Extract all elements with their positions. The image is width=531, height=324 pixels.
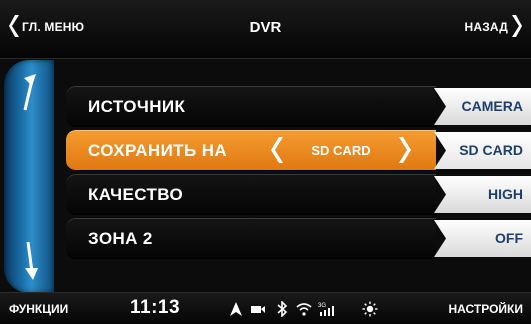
dvr-screen: ГЛ. МЕНЮ DVR НАЗАД ИСТОЧНИК CAMERA СОХРА… (0, 0, 531, 324)
row-value: CAMERA (434, 88, 531, 125)
row-label: СОХРАНИТЬ НА (88, 141, 228, 160)
list-item-save-to[interactable]: СОХРАНИТЬ НА SD CARD SD CARD (66, 130, 531, 171)
navigation-icon (230, 302, 242, 316)
clock: 11:13 (130, 297, 181, 318)
bluetooth-icon (277, 301, 288, 317)
row-value: HIGH (434, 176, 531, 213)
settings-button[interactable]: НАСТРОЙКИ (449, 302, 523, 316)
svg-text:3G: 3G (318, 303, 326, 309)
scroll-up-arrow-icon[interactable] (20, 72, 40, 112)
brightness-icon (362, 301, 378, 317)
functions-button[interactable]: ФУНКЦИИ (9, 302, 68, 316)
row-label: ЗОНА 2 (88, 229, 153, 248)
settings-list: ИСТОЧНИК CAMERA СОХРАНИТЬ НА SD CARD SD … (66, 60, 531, 290)
row-value: SD CARD (434, 132, 531, 169)
chevron-right-icon[interactable] (399, 137, 411, 163)
3g-signal-icon: 3G (318, 303, 334, 316)
list-item-zone2[interactable]: ЗОНА 2 OFF (66, 218, 531, 259)
back-button[interactable]: НАЗАД (441, 0, 531, 58)
row-value: OFF (434, 220, 531, 257)
selector-value: SD CARD (311, 143, 371, 158)
list-item-source[interactable]: ИСТОЧНИК CAMERA (66, 86, 531, 127)
top-bar: ГЛ. МЕНЮ DVR НАЗАД (0, 0, 531, 59)
scroll-down-arrow-icon[interactable] (20, 240, 40, 280)
list-item-quality[interactable]: КАЧЕСТВО HIGH (66, 174, 531, 215)
wifi-icon (296, 303, 312, 316)
row-label: ИСТОЧНИК (88, 97, 186, 116)
bottom-bar: ФУНКЦИИ 11:13 3G НАСТРОЙКИ (0, 292, 531, 324)
back-label: НАЗАД (464, 20, 508, 34)
chevron-right-icon (512, 15, 522, 37)
scroll-rail (4, 60, 54, 293)
storage-selector: SD CARD (271, 137, 411, 163)
camera-icon (251, 306, 265, 313)
row-label: КАЧЕСТВО (88, 185, 184, 204)
